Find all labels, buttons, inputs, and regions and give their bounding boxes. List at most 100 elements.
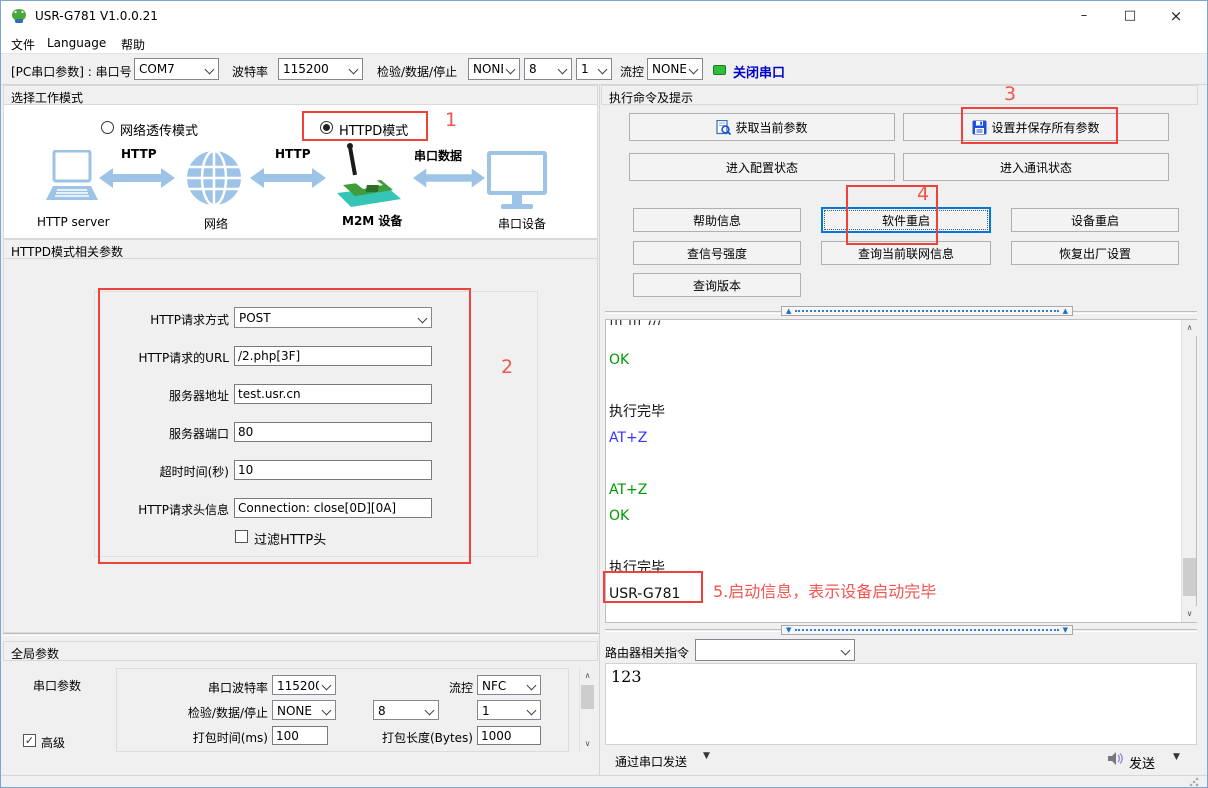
chevron-down-icon <box>322 706 332 716</box>
scrollbar-thumb[interactable] <box>581 685 594 709</box>
device-restart-button[interactable]: 设备重启 <box>1011 208 1179 232</box>
router-cmd-select[interactable] <box>695 639 855 661</box>
stopbits-select[interactable]: 1 <box>576 58 612 80</box>
m2m-module-icon <box>329 141 407 213</box>
column-divider <box>599 85 600 776</box>
g-packtime-input[interactable]: 100 <box>272 726 328 745</box>
log-line: 执行完毕 <box>609 399 1149 425</box>
send-text: 123 <box>611 667 642 686</box>
log-scrollbar[interactable]: ∧ ∨ <box>1181 320 1196 622</box>
status-bar <box>1 775 1207 788</box>
close-port-link[interactable]: 关闭串口 <box>733 62 785 81</box>
advanced-label[interactable]: 高级 <box>41 734 65 751</box>
com-port-select[interactable]: COM7 <box>134 58 219 80</box>
send-button[interactable]: 发送 <box>1129 753 1155 772</box>
scroll-down-icon[interactable]: ∨ <box>1182 606 1197 622</box>
annotation-number-3: 3 <box>1004 83 1016 105</box>
chevron-down-icon <box>689 65 699 75</box>
close-button[interactable]: × <box>1153 1 1199 31</box>
send-text-area[interactable]: 123 <box>605 663 1197 745</box>
send-splitter-handle[interactable]: ▼▼ <box>781 625 1073 635</box>
radio-transparent-label[interactable]: 网络透传模式 <box>120 120 198 139</box>
minimize-button[interactable]: – <box>1061 1 1107 31</box>
work-mode-header: 选择工作模式 <box>3 85 598 105</box>
flow-select[interactable]: NONE <box>647 58 703 80</box>
doc-magnifier-icon <box>716 120 731 135</box>
menu-file[interactable]: 文件 <box>7 34 39 55</box>
link-http2-label: HTTP <box>275 147 310 161</box>
g-parity-select[interactable]: NONE <box>272 700 336 720</box>
app-window: USR-G781 V1.0.0.21 – □ × 文件 Language 帮助 … <box>0 0 1208 788</box>
arrow-icon <box>99 167 175 189</box>
menu-language[interactable]: Language <box>43 34 110 52</box>
log-line: AT+Z <box>609 477 1149 503</box>
splitter-line <box>3 633 599 636</box>
network-label: 网络 <box>204 215 228 232</box>
send-via-menu[interactable]: 通过串口发送 <box>615 753 687 770</box>
log-line <box>609 321 1149 347</box>
scrollbar-thumb[interactable] <box>1183 558 1196 596</box>
log-line <box>609 529 1149 555</box>
speaker-icon <box>1107 750 1124 767</box>
radio-transparent-mode[interactable] <box>101 121 114 134</box>
chevron-down-icon <box>349 65 359 75</box>
triangle-down-icon: ▼ <box>786 626 791 634</box>
g-databits-select[interactable]: 8 <box>373 700 439 720</box>
log-line <box>609 451 1149 477</box>
serial-device-label: 串口设备 <box>498 215 546 232</box>
parity-select[interactable]: NONE <box>468 58 520 80</box>
get-params-button[interactable]: 获取当前参数 <box>629 113 895 141</box>
scroll-up-icon[interactable]: ∧ <box>1182 320 1197 336</box>
menu-help[interactable]: 帮助 <box>117 34 149 55</box>
annotation-box-3 <box>961 107 1118 144</box>
g-parity-label: 检验/数据/停止 <box>158 704 268 721</box>
g-packlen-label: 打包长度(Bytes) <box>365 729 473 746</box>
dropdown-caret-icon[interactable]: ▼ <box>1173 752 1180 762</box>
scroll-up-icon[interactable]: ∧ <box>580 668 595 684</box>
commands-header: 执行命令及提示 <box>601 85 1198 105</box>
dropdown-caret-icon[interactable]: ▼ <box>703 751 710 761</box>
baud-select[interactable]: 115200 <box>278 58 363 80</box>
chevron-down-icon <box>322 681 332 691</box>
annotation-note-5: 5.启动信息，表示设备启动完毕 <box>713 578 936 602</box>
annotation-number-4: 4 <box>917 183 929 205</box>
router-cmd-label: 路由器相关指令 <box>605 644 689 661</box>
serial-group-label: 串口参数 <box>33 677 81 694</box>
triangle-up-icon: ▲ <box>786 307 791 315</box>
query-version-button[interactable]: 查询版本 <box>633 273 801 297</box>
monitor-icon <box>487 151 547 213</box>
port-status-icon <box>713 65 726 75</box>
httpd-params-header: HTTPD模式相关参数 <box>3 239 598 259</box>
laptop-icon <box>45 150 99 212</box>
g-flow-select[interactable]: NFC <box>477 675 541 695</box>
log-splitter-handle[interactable]: ▲▲ <box>781 306 1073 316</box>
help-info-button[interactable]: 帮助信息 <box>633 208 801 232</box>
g-baud-select[interactable]: 115200 <box>272 675 336 695</box>
chevron-down-icon <box>506 65 516 75</box>
g-stopbits-select[interactable]: 1 <box>477 700 541 720</box>
enter-comm-button[interactable]: 进入通讯状态 <box>903 153 1169 181</box>
query-signal-button[interactable]: 查信号强度 <box>633 241 801 265</box>
resize-grip-icon[interactable] <box>1189 777 1199 787</box>
triangle-down-icon: ▼ <box>1063 626 1068 634</box>
g-packlen-input[interactable]: 1000 <box>477 726 541 745</box>
parity-label: 检验/数据/停止 <box>377 63 457 80</box>
flow-label: 流控 <box>620 63 644 80</box>
g-flow-label: 流控 <box>391 679 473 696</box>
link-serial-label: 串口数据 <box>414 147 462 164</box>
log-line: OK <box>609 503 1149 529</box>
chevron-down-icon <box>425 706 435 716</box>
global-params-header: 全局参数 <box>3 641 598 661</box>
g-baud-label: 串口波特率 <box>158 679 268 696</box>
enter-config-button[interactable]: 进入配置状态 <box>629 153 895 181</box>
chevron-down-icon <box>841 646 851 656</box>
factory-reset-button[interactable]: 恢复出厂设置 <box>1011 241 1179 265</box>
maximize-button[interactable]: □ <box>1107 1 1153 31</box>
databits-select[interactable]: 8 <box>524 58 572 80</box>
advanced-checkbox[interactable]: ✓ <box>23 734 36 747</box>
title-bar: USR-G781 V1.0.0.21 – □ × <box>1 1 1207 31</box>
chevron-down-icon <box>527 681 537 691</box>
chevron-down-icon <box>205 65 215 75</box>
scroll-down-icon[interactable]: ∨ <box>580 736 595 752</box>
global-scrollbar[interactable]: ∧ ∨ <box>579 668 594 752</box>
